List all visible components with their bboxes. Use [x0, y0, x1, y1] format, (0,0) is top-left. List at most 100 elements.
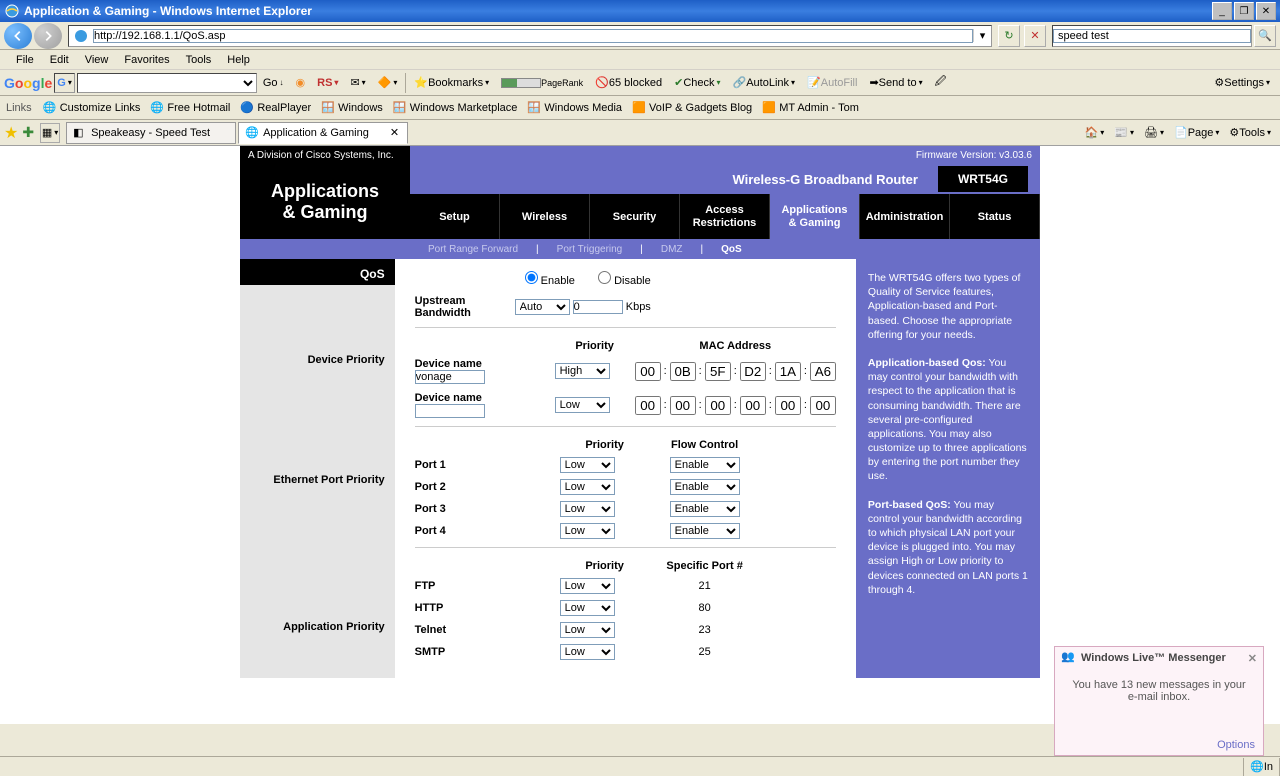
port2-flow[interactable]: Enable — [670, 479, 740, 495]
messenger-options-link[interactable]: Options — [1217, 739, 1255, 751]
tab-apps-gaming[interactable]: Applications& Gaming — [770, 194, 860, 239]
messenger-body[interactable]: You have 13 new messages in your e-mail … — [1055, 669, 1263, 713]
mac-2-4[interactable] — [775, 396, 801, 415]
google-color-icon[interactable]: 🔶▾ — [372, 72, 404, 94]
google-sendto[interactable]: ➡ Send to▾ — [863, 72, 928, 94]
port1-priority[interactable]: Low — [560, 457, 615, 473]
google-g-button[interactable]: G▾ — [54, 73, 75, 93]
google-autolink[interactable]: 🔗 AutoLink▾ — [727, 72, 802, 94]
google-rs[interactable]: RS▾ — [311, 72, 344, 94]
menu-help[interactable]: Help — [219, 52, 258, 68]
app-smtp-priority[interactable]: Low — [560, 644, 615, 660]
port4-priority[interactable]: Low — [560, 523, 615, 539]
tab-wireless[interactable]: Wireless — [500, 194, 590, 239]
quick-tabs-button[interactable]: ▦▾ — [40, 123, 60, 143]
subnav-dmz[interactable]: DMZ — [643, 244, 701, 255]
device2-priority[interactable]: Low — [555, 397, 610, 413]
google-mail-icon[interactable]: ✉▾ — [344, 72, 371, 94]
device2-name-input[interactable] — [415, 404, 485, 418]
address-bar[interactable]: ▾ — [68, 25, 992, 47]
google-autofill[interactable]: 📝 AutoFill — [801, 72, 863, 94]
search-input[interactable] — [1053, 29, 1251, 43]
back-button[interactable] — [4, 23, 32, 49]
page-menu[interactable]: 📄 Page▾ — [1169, 122, 1224, 144]
search-bar[interactable] — [1052, 25, 1252, 47]
messenger-close-icon[interactable]: ✕ — [1248, 652, 1257, 665]
mac-2-1[interactable] — [670, 396, 696, 415]
radio-disable[interactable]: Disable — [598, 275, 651, 287]
forward-button[interactable] — [34, 23, 62, 49]
mac-1-0[interactable] — [635, 362, 661, 381]
link-hotmail[interactable]: 🌐Free Hotmail — [145, 101, 235, 115]
mac-2-2[interactable] — [705, 396, 731, 415]
close-button[interactable]: ✕ — [1256, 2, 1276, 20]
mac-1-4[interactable] — [775, 362, 801, 381]
mac-2-3[interactable] — [740, 396, 766, 415]
add-favorites-icon[interactable]: ✚ — [22, 124, 34, 141]
refresh-button[interactable]: ↻ — [998, 25, 1020, 47]
url-input[interactable] — [93, 29, 973, 43]
menu-file[interactable]: File — [8, 52, 42, 68]
favorites-star-icon[interactable]: ★ — [4, 123, 18, 143]
menu-favorites[interactable]: Favorites — [116, 52, 177, 68]
app-http-priority[interactable]: Low — [560, 600, 615, 616]
search-button[interactable]: 🔍 — [1254, 25, 1276, 47]
tab-administration[interactable]: Administration — [860, 194, 950, 239]
link-marketplace[interactable]: 🪟Windows Marketplace — [388, 101, 523, 115]
subnav-port-trigger[interactable]: Port Triggering — [539, 244, 641, 255]
tab-setup[interactable]: Setup — [410, 194, 500, 239]
tab-close-icon[interactable]: ✕ — [388, 126, 401, 139]
maximize-button[interactable]: ❐ — [1234, 2, 1254, 20]
google-pagerank[interactable]: PageRank — [495, 72, 589, 94]
upstream-input[interactable] — [573, 300, 623, 314]
link-customize[interactable]: 🌐Customize Links — [38, 101, 146, 115]
device1-name-input[interactable] — [415, 370, 485, 384]
link-mtadmin[interactable]: 🟧MT Admin - Tom — [757, 101, 864, 115]
mac-1-3[interactable] — [740, 362, 766, 381]
port4-flow[interactable]: Enable — [670, 523, 740, 539]
mac-2-5[interactable] — [810, 396, 836, 415]
mac-1-2[interactable] — [705, 362, 731, 381]
menu-edit[interactable]: Edit — [42, 52, 77, 68]
minimize-button[interactable]: _ — [1212, 2, 1232, 20]
link-windows[interactable]: 🪟Windows — [316, 101, 388, 115]
print-button[interactable]: 🖨▾ — [1139, 122, 1169, 144]
mac-1-5[interactable] — [810, 362, 836, 381]
tab-application-gaming[interactable]: 🌐 Application & Gaming ✕ — [238, 122, 408, 144]
google-go[interactable]: Go↓ — [257, 72, 290, 94]
subnav-port-range[interactable]: Port Range Forward — [410, 244, 536, 255]
port3-priority[interactable]: Low — [560, 501, 615, 517]
google-search-select[interactable] — [77, 73, 257, 93]
link-voip[interactable]: 🟧VoIP & Gadgets Blog — [627, 101, 757, 115]
mac-2-0[interactable] — [635, 396, 661, 415]
home-button[interactable]: 🏠▾ — [1080, 122, 1110, 144]
link-realplayer[interactable]: 🔵RealPlayer — [235, 101, 316, 115]
mac-1-1[interactable] — [670, 362, 696, 381]
tab-access-restrictions[interactable]: AccessRestrictions — [680, 194, 770, 239]
tab-speakeasy[interactable]: ◧ Speakeasy - Speed Test — [66, 122, 236, 144]
link-media[interactable]: 🪟Windows Media — [522, 101, 627, 115]
port2-priority[interactable]: Low — [560, 479, 615, 495]
google-blocked[interactable]: 🚫 65 blocked — [589, 72, 668, 94]
google-feeds-icon[interactable]: ◉ — [290, 72, 312, 94]
app-ftp-priority[interactable]: Low — [560, 578, 615, 594]
google-settings[interactable]: ⚙ Settings▾ — [1208, 72, 1276, 94]
upstream-select[interactable]: Auto — [515, 299, 570, 315]
stop-button[interactable]: ✕ — [1024, 25, 1046, 47]
google-bookmarks[interactable]: ⭐ Bookmarks▾ — [408, 72, 495, 94]
tab-status[interactable]: Status — [950, 194, 1040, 239]
radio-enable[interactable]: Enable — [525, 275, 575, 287]
feeds-button[interactable]: 📰▾ — [1109, 122, 1139, 144]
port3-flow[interactable]: Enable — [670, 501, 740, 517]
app-telnet-priority[interactable]: Low — [560, 622, 615, 638]
port1-flow[interactable]: Enable — [670, 457, 740, 473]
google-check[interactable]: ✔ Check▾ — [668, 72, 726, 94]
google-highlight-icon[interactable]: 🖉 — [929, 72, 953, 94]
device1-priority[interactable]: High — [555, 363, 610, 379]
menu-view[interactable]: View — [77, 52, 117, 68]
tab-security[interactable]: Security — [590, 194, 680, 239]
tools-menu[interactable]: ⚙ Tools▾ — [1224, 122, 1276, 144]
subnav-qos[interactable]: QoS — [703, 244, 760, 255]
menu-tools[interactable]: Tools — [178, 52, 220, 68]
url-dropdown[interactable]: ▾ — [973, 29, 991, 42]
